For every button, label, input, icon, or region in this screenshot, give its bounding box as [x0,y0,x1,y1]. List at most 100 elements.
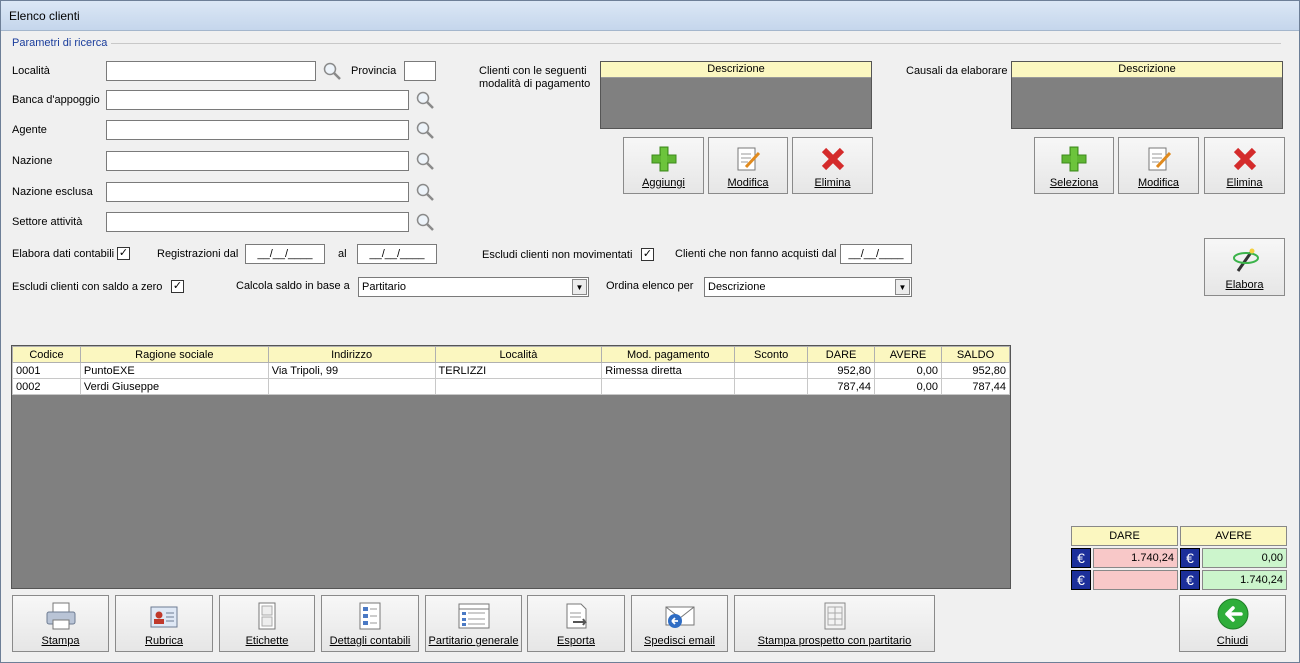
totals-avere-row1: 0,00 [1202,548,1287,568]
totals-avere-row2: 1.740,24 [1202,570,1287,590]
magic-wand-icon [1232,248,1259,272]
banca-search-icon[interactable] [414,89,436,111]
chiudi-button[interactable]: Chiudi [1179,595,1286,652]
table-row[interactable]: 0002 Verdi Giuseppe 787,44 0,00 787,44 [12,378,1011,395]
payment-grid-header: Descrizione [601,62,871,78]
cell-codice: 0002 [12,378,81,395]
cell-dare: 787,44 [807,378,876,395]
clienti-table-container[interactable]: Codice Ragione sociale Indirizzo Localit… [11,345,1011,589]
col-header-sconto[interactable]: Sconto [734,346,809,363]
elimina-payment-button[interactable]: Elimina [792,137,873,194]
esporta-button[interactable]: Esporta [527,595,625,652]
modifica-payment-label: Modifica [727,177,769,189]
email-icon [665,606,694,628]
elabora-label: Elabora [1225,279,1264,291]
calcola-saldo-select[interactable]: Partitario ▼ [358,277,589,297]
spedisci-email-button[interactable]: Spedisci email [631,595,728,652]
calcola-saldo-value: Partitario [362,281,407,293]
chevron-down-icon[interactable]: ▼ [572,279,587,295]
al-label: al [338,248,347,260]
modifica-causali-label: Modifica [1138,177,1179,189]
modifica-payment-button[interactable]: Modifica [708,137,788,194]
seleziona-button[interactable]: Seleziona [1034,137,1114,194]
totals-avere-header: AVERE [1180,526,1287,546]
escludi-saldo-zero-checkbox[interactable]: ✓ [171,280,184,293]
partitario-generale-label: Partitario generale [428,635,519,647]
stampa-button[interactable]: Stampa [12,595,109,652]
rubrica-label: Rubrica [145,635,183,647]
causali-grid[interactable]: Descrizione [1011,61,1283,129]
col-header-codice[interactable]: Codice [12,346,81,363]
printer-icon [46,602,75,630]
stampa-prospetto-button[interactable]: Stampa prospetto con partitario [734,595,935,652]
plus-icon [1061,146,1087,172]
provincia-input[interactable] [404,61,436,81]
export-icon [566,603,587,629]
euro-icon: € [1071,570,1091,590]
cell-indirizzo [267,378,436,395]
cell-ragione-sociale: PuntoEXE [79,362,269,379]
rubrica-button[interactable]: Rubrica [115,595,213,652]
registrazioni-al-field[interactable]: __/__/____ [357,244,437,264]
ordina-select[interactable]: Descrizione ▼ [704,277,912,297]
dettagli-contabili-label: Dettagli contabili [329,635,411,647]
col-header-dare[interactable]: DARE [807,346,876,363]
agente-search-icon[interactable] [414,119,436,141]
nazione-esclusa-label: Nazione esclusa [12,186,93,198]
nazione-input[interactable] [106,151,409,171]
col-header-ragione-sociale[interactable]: Ragione sociale [79,346,269,363]
elimina-causali-label: Elimina [1226,177,1263,189]
col-header-avere[interactable]: AVERE [874,346,942,363]
cell-localita [434,378,603,395]
elimina-causali-button[interactable]: Elimina [1204,137,1285,194]
elabora-button[interactable]: Elabora [1204,238,1285,296]
report-icon [824,602,845,630]
table-row[interactable]: 0001 PuntoEXE Via Tripoli, 99 TERLIZZI R… [12,362,1011,379]
escludi-non-mov-checkbox[interactable]: ✓ [641,248,654,261]
cell-avere: 0,00 [874,378,942,395]
partitario-generale-button[interactable]: Partitario generale [425,595,522,652]
nazione-search-icon[interactable] [414,150,436,172]
dettagli-contabili-button[interactable]: Dettagli contabili [321,595,419,652]
spedisci-email-label: Spedisci email [644,635,715,647]
clienti-table: Codice Ragione sociale Indirizzo Localit… [12,346,1011,395]
etichette-label: Etichette [245,635,289,647]
chevron-down-icon[interactable]: ▼ [895,279,910,295]
back-arrow-icon [1217,598,1248,630]
etichette-button[interactable]: Etichette [219,595,315,652]
registrazioni-dal-label: Registrazioni dal [157,248,239,260]
cell-dare: 952,80 [807,362,876,379]
payment-label-line2: modalità di pagamento [479,78,591,90]
col-header-saldo[interactable]: SALDO [940,346,1011,363]
non-acquisti-date-field[interactable]: __/__/____ [840,244,912,264]
col-header-mod-pagamento[interactable]: Mod. pagamento [601,346,736,363]
cell-saldo: 952,80 [940,362,1011,379]
registrazioni-dal-field[interactable]: __/__/____ [245,244,325,264]
cell-indirizzo: Via Tripoli, 99 [267,362,436,379]
settore-input[interactable] [106,212,409,232]
col-header-indirizzo[interactable]: Indirizzo [267,346,436,363]
banca-label: Banca d'appoggio [12,94,100,106]
aggiungi-button[interactable]: Aggiungi [623,137,704,194]
cell-codice: 0001 [12,362,81,379]
elabora-dati-checkbox[interactable]: ✓ [117,247,130,260]
banca-input[interactable] [106,90,409,110]
payment-grid[interactable]: Descrizione [600,61,872,129]
cell-localita: TERLIZZI [434,362,603,379]
nazione-esclusa-input[interactable] [106,182,409,202]
euro-icon: € [1180,570,1200,590]
settore-search-icon[interactable] [414,211,436,233]
nazione-esclusa-search-icon[interactable] [414,181,436,203]
escludi-non-mov-label: Escludi clienti non movimentati [482,249,633,261]
modifica-causali-button[interactable]: Modifica [1118,137,1199,194]
title-bar: Elenco clienti [1,1,1299,31]
nazione-label: Nazione [12,155,53,167]
totals-dare-row2 [1093,570,1178,590]
localita-search-icon[interactable] [321,60,343,82]
localita-input[interactable] [106,61,316,81]
localita-label: Località [12,65,50,77]
chiudi-label: Chiudi [1216,635,1249,647]
ordina-value: Descrizione [708,281,766,293]
agente-input[interactable] [106,120,409,140]
col-header-localita[interactable]: Località [434,346,603,363]
